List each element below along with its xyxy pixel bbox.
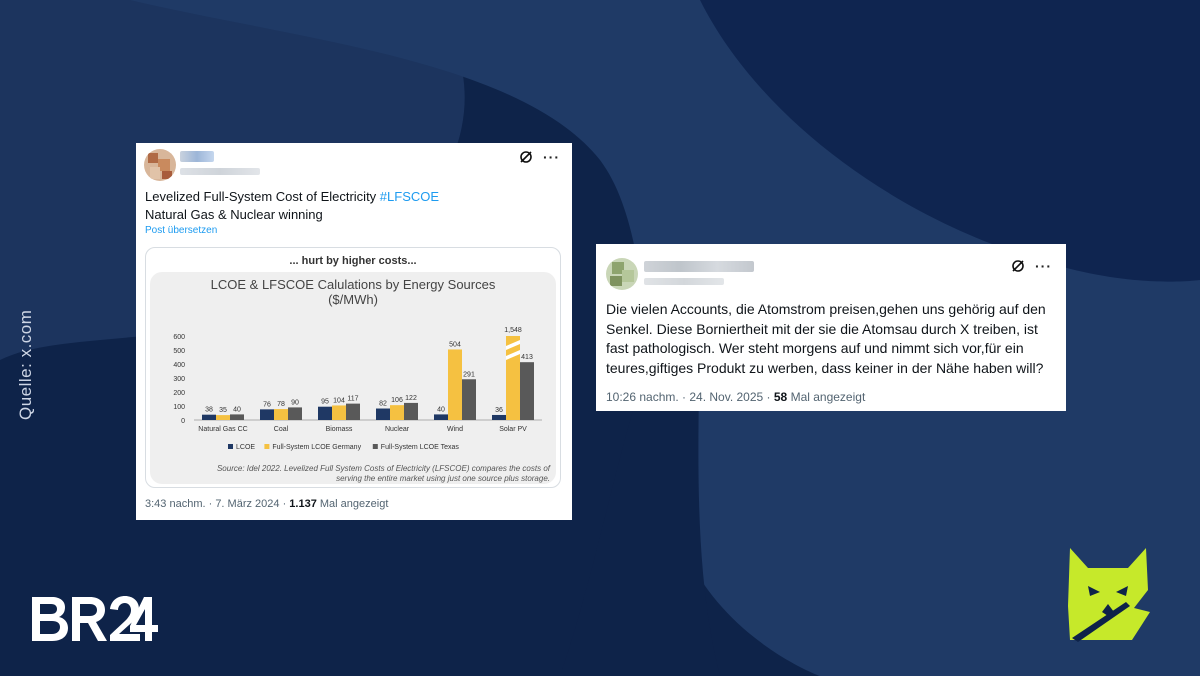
fox-logo (1066, 546, 1150, 649)
avatar[interactable] (606, 258, 638, 290)
tweet-text-line1: Levelized Full-System Cost of Electricit… (145, 189, 380, 204)
x-tick-label: Natural Gas CC (198, 426, 247, 433)
legend-swatch (372, 444, 378, 449)
media-header: ... hurt by higher costs... (289, 255, 417, 267)
y-tick-label: 400 (173, 362, 185, 369)
media-card[interactable]: ... hurt by higher costs... LCOE & LFSCO… (145, 247, 561, 488)
data-label: 36 (495, 407, 503, 414)
x-tick-label: Wind (447, 426, 463, 433)
handle-blurred (180, 168, 260, 175)
data-label: 95 (321, 399, 329, 406)
tweet-meta: 10:26 nachm. · 24. Nov. 2025 · 58 Mal an… (606, 390, 865, 404)
data-label: 291 (463, 371, 475, 378)
chart-panel: LCOE & LFSCOE Calulations by Energy Sour… (150, 272, 556, 484)
source-label: Quelle: x.com (16, 309, 35, 420)
bar (230, 414, 244, 420)
x-tick-label: Coal (274, 426, 289, 433)
data-label: 38 (205, 407, 213, 414)
bar (434, 414, 448, 420)
tweet-actions: ··· (1011, 259, 1052, 273)
view-count: 1.137 (289, 498, 317, 510)
view-label: Mal angezeigt (787, 390, 866, 404)
view-label: Mal angezeigt (316, 498, 389, 510)
data-label: 40 (233, 406, 241, 413)
legend-swatch (264, 444, 270, 449)
tweet-actions: ··· (519, 150, 560, 164)
bar (288, 407, 302, 420)
tweet-card-2[interactable]: ··· Die vielen Accounts, die Atomstrom p… (596, 244, 1066, 411)
legend-label: LCOE (236, 444, 255, 451)
bar (346, 403, 360, 420)
display-name-blurred (180, 151, 214, 162)
hashtag-link[interactable]: #LFSCOE (380, 189, 439, 204)
data-label: 35 (219, 407, 227, 414)
data-label: 117 (347, 396, 358, 403)
tweet-meta: 3:43 nachm. · 7. März 2024 · 1.137 Mal a… (145, 498, 388, 510)
legend-swatch (228, 444, 233, 449)
handle-blurred (644, 278, 724, 285)
x-tick-label: Nuclear (385, 426, 410, 433)
bar (520, 362, 534, 420)
bar (390, 405, 404, 420)
bar-chart: 0 100 200 300 400 500 600 38 35 40 Natural Gas CC 7… (173, 327, 542, 451)
bar (448, 349, 462, 420)
tweet-timestamp[interactable]: 10:26 nachm. · 24. Nov. 2025 · (606, 390, 774, 404)
bar (318, 406, 332, 420)
data-label: 76 (263, 401, 271, 408)
bar (202, 414, 216, 420)
chart-source: Source: Idel 2022. Levelized Full System… (216, 464, 550, 483)
y-tick-label: 0 (181, 418, 185, 425)
tweet-timestamp[interactable]: 3:43 nachm. · 7. März 2024 · (145, 498, 289, 510)
tweet-card-1[interactable]: ··· Levelized Full-System Cost of Electr… (136, 143, 572, 520)
display-name-blurred (644, 261, 754, 272)
avatar[interactable] (144, 149, 176, 181)
y-tick-label: 200 (173, 390, 185, 397)
data-label: 82 (379, 401, 387, 408)
y-tick-label: 100 (173, 404, 185, 411)
data-label: 106 (391, 397, 403, 404)
tweet-text: Die vielen Accounts, die Atomstrom preis… (606, 301, 1046, 376)
bar (462, 379, 476, 420)
data-label: 1,548 (504, 327, 522, 334)
data-label: 40 (437, 406, 445, 413)
bar (404, 402, 418, 420)
bar (332, 405, 346, 420)
br24-logo (30, 595, 160, 648)
bar (376, 408, 390, 420)
data-label: 90 (291, 399, 299, 406)
legend-label: Full-System LCOE Germany (272, 444, 361, 451)
grok-slash-icon[interactable] (1011, 259, 1025, 273)
data-label: 104 (333, 397, 345, 404)
bar (274, 409, 288, 420)
y-tick-label: 600 (173, 334, 185, 341)
tweet-text: Levelized Full-System Cost of Electricit… (145, 188, 439, 224)
bar (260, 409, 274, 420)
tweet-text-line2: Natural Gas & Nuclear winning (145, 207, 323, 222)
view-count: 58 (773, 390, 788, 404)
bar (216, 415, 230, 420)
data-label: 78 (277, 401, 285, 408)
grok-slash-icon[interactable] (519, 150, 533, 164)
x-tick-label: Solar PV (499, 426, 527, 433)
y-tick-label: 500 (173, 348, 185, 355)
legend-label: Full-System LCOE Texas (381, 444, 460, 451)
bar (492, 414, 506, 420)
data-label: 122 (405, 395, 417, 402)
translate-link[interactable]: Post übersetzen (145, 225, 217, 236)
x-tick-label: Biomass (326, 426, 353, 433)
more-dots-icon[interactable]: ··· (1035, 259, 1052, 273)
more-dots-icon[interactable]: ··· (543, 150, 560, 164)
data-label: 504 (449, 341, 461, 348)
data-label: 413 (521, 354, 533, 361)
y-tick-label: 300 (173, 376, 185, 383)
